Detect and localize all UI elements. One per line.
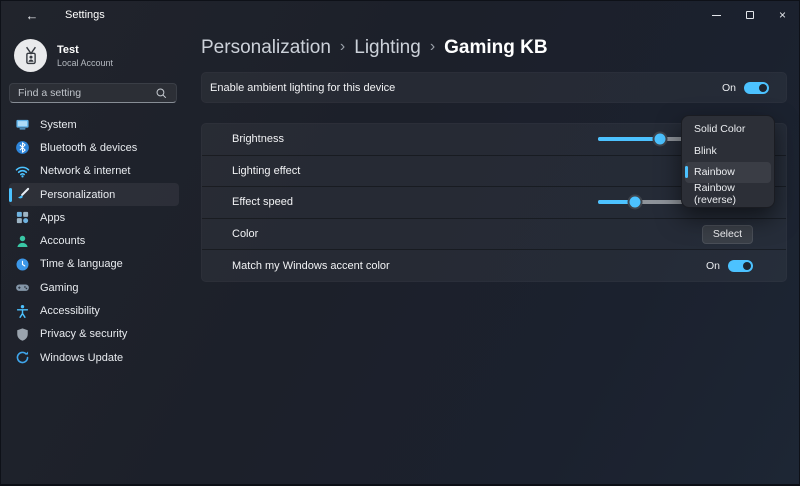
sidebar-item-personalization[interactable]: Personalization	[9, 182, 179, 207]
color-row: Color Select	[202, 217, 786, 250]
dropdown-item-blink[interactable]: Blink	[685, 141, 771, 162]
search-icon	[156, 88, 167, 98]
sidebar-item-label: Privacy & security	[40, 328, 128, 341]
maximize-button[interactable]	[733, 1, 766, 29]
account-card[interactable]: Test Local Account	[14, 39, 113, 72]
main-content: Personalization › Lighting › Gaming KB E…	[201, 29, 799, 484]
sidebar-item-gaming[interactable]: Gaming	[9, 276, 179, 299]
app-title: Settings	[65, 9, 105, 21]
minimize-icon	[712, 14, 721, 16]
select-color-button[interactable]: Select	[701, 224, 753, 244]
titlebar: ← Settings ×	[1, 1, 799, 29]
search-box	[9, 83, 177, 103]
breadcrumb: Personalization › Lighting › Gaming KB	[201, 37, 548, 59]
clock-icon	[15, 257, 30, 272]
selected-indicator	[685, 166, 688, 179]
sidebar: Test Local Account System Bluetooth & de…	[1, 29, 193, 484]
dropdown-item-label: Rainbow	[694, 166, 735, 179]
match-accent-toggle[interactable]	[728, 259, 753, 272]
setting-label: Color	[232, 228, 259, 241]
account-name: Test	[57, 43, 79, 56]
wifi-icon	[15, 164, 30, 179]
dropdown-item-label: Solid Color	[694, 123, 746, 136]
breadcrumb-lighting[interactable]: Lighting	[354, 37, 421, 59]
sidebar-item-bluetooth-devices[interactable]: Bluetooth & devices	[9, 136, 179, 159]
setting-label: Lighting effect	[232, 164, 301, 177]
sidebar-item-privacy-security[interactable]: Privacy & security	[9, 323, 179, 346]
search-input[interactable]	[18, 87, 155, 99]
sidebar-nav: System Bluetooth & devices Network & int…	[9, 113, 179, 369]
sidebar-item-label: Apps	[40, 211, 66, 224]
settings-window: ← Settings × Test Local Account Find a s…	[0, 0, 800, 486]
system-icon	[15, 117, 30, 132]
slider-fill	[598, 137, 660, 142]
sidebar-item-label: Time & language	[40, 258, 123, 271]
sidebar-item-system[interactable]: System	[9, 113, 179, 136]
accessibility-person-icon	[15, 304, 30, 319]
sidebar-item-label: System	[40, 118, 77, 131]
sidebar-item-windows-update[interactable]: Windows Update	[9, 346, 179, 369]
sidebar-item-label: Personalization	[40, 188, 116, 201]
update-arrows-icon	[15, 350, 30, 365]
sidebar-item-accessibility[interactable]: Accessibility	[9, 299, 179, 322]
back-arrow-icon: ←	[25, 7, 39, 23]
sidebar-item-time-language[interactable]: Time & language	[9, 253, 179, 276]
dropdown-item-label: Blink	[694, 144, 717, 157]
apps-icon	[15, 210, 30, 225]
game-controller-icon	[15, 280, 30, 295]
sidebar-item-label: Accessibility	[40, 305, 100, 318]
enable-ambient-lighting-row: Enable ambient lighting for this device …	[201, 72, 787, 103]
bluetooth-icon	[15, 140, 30, 155]
sidebar-item-accounts[interactable]: Accounts	[9, 229, 179, 252]
setting-label: Match my Windows accent color	[232, 259, 390, 272]
dropdown-item-rainbow-reverse[interactable]: Rainbow (reverse)	[685, 181, 771, 206]
lighting-effect-dropdown: Solid Color Blink Rainbow Rainbow (rever…	[681, 115, 775, 208]
toggle-state-label: On	[721, 81, 736, 94]
sidebar-item-label: Gaming	[40, 281, 79, 294]
setting-label: Enable ambient lighting for this device	[210, 81, 396, 94]
person-icon	[15, 234, 30, 249]
minimize-button[interactable]	[700, 1, 733, 29]
sidebar-item-label: Network & internet	[40, 165, 131, 178]
window-controls: ×	[700, 1, 799, 29]
sidebar-item-label: Windows Update	[40, 351, 124, 364]
sidebar-item-label: Accounts	[40, 235, 86, 248]
slider-thumb[interactable]	[629, 196, 641, 208]
back-button[interactable]: ←	[17, 4, 47, 26]
id-badge-icon	[25, 46, 36, 64]
close-icon: ×	[778, 8, 786, 22]
page-title: Gaming KB	[444, 37, 548, 58]
chevron-right-icon: ›	[429, 38, 436, 55]
paintbrush-icon	[15, 187, 30, 202]
close-button[interactable]: ×	[766, 1, 799, 29]
maximize-icon	[745, 11, 754, 19]
ambient-lighting-toggle[interactable]	[744, 81, 769, 94]
shield-icon	[15, 327, 30, 342]
sidebar-item-network-internet[interactable]: Network & internet	[9, 160, 179, 183]
account-type: Local Account	[57, 57, 114, 68]
dropdown-item-solid-color[interactable]: Solid Color	[685, 119, 771, 140]
sidebar-item-apps[interactable]: Apps	[9, 206, 179, 229]
sidebar-item-label: Bluetooth & devices	[40, 141, 138, 154]
breadcrumb-personalization[interactable]: Personalization	[201, 37, 331, 59]
slider-thumb[interactable]	[654, 133, 666, 145]
avatar	[14, 39, 47, 72]
dropdown-item-label: Rainbow (reverse)	[694, 181, 737, 206]
dropdown-item-rainbow[interactable]: Rainbow	[685, 162, 771, 183]
match-accent-color-row: Match my Windows accent color On	[202, 249, 786, 281]
toggle-state-label: On	[705, 259, 720, 272]
chevron-right-icon: ›	[339, 38, 346, 55]
